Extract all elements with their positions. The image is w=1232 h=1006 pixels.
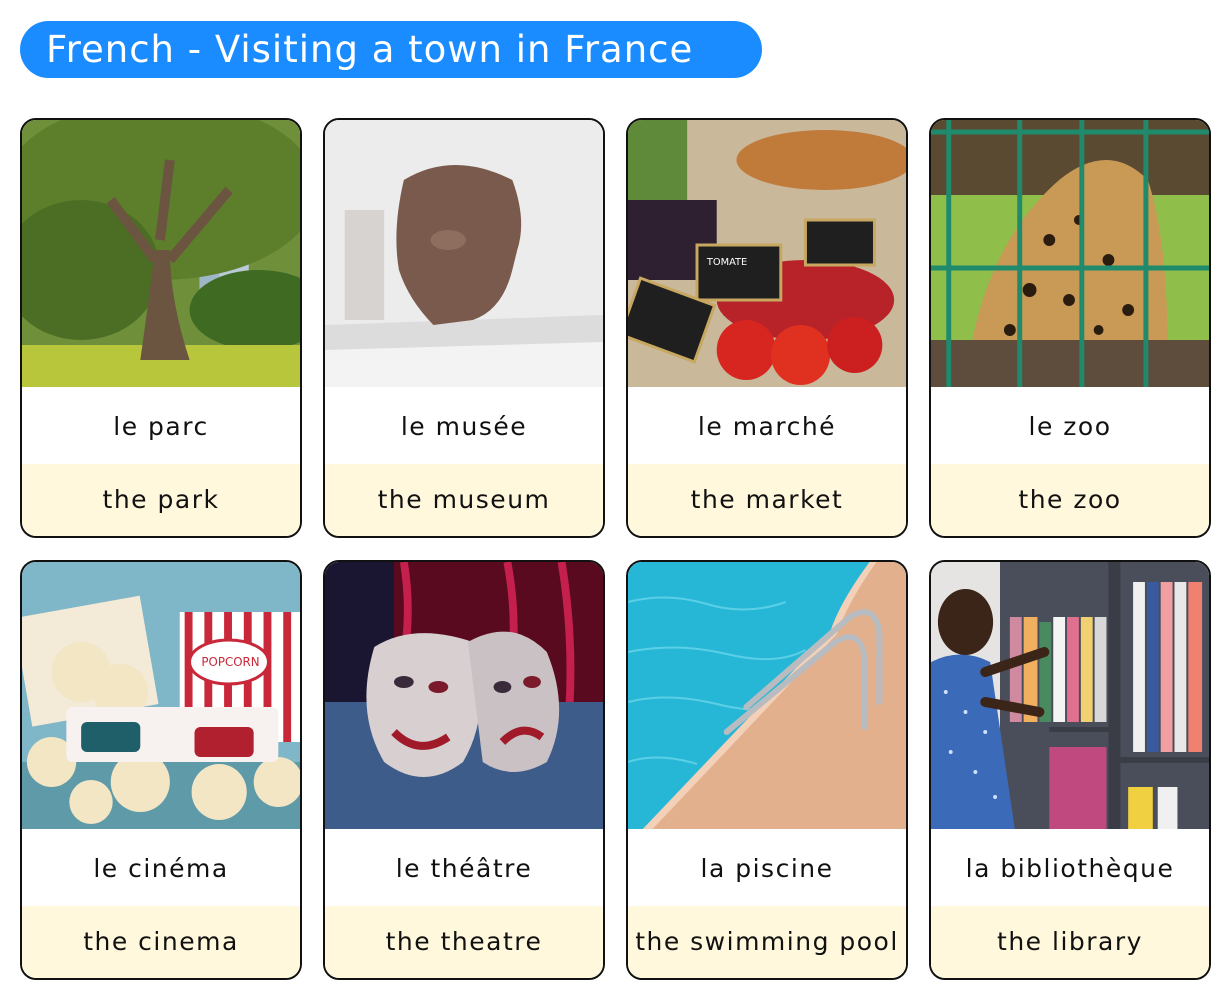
vocab-card-theatre: le théâtre the theatre — [323, 560, 605, 980]
french-word: le théâtre — [325, 829, 603, 906]
english-translation: the cinema — [22, 906, 300, 978]
french-word: la bibliothèque — [931, 829, 1209, 906]
page-title: French - Visiting a town in France — [20, 21, 762, 78]
library-photo — [931, 562, 1209, 829]
french-word: le marché — [628, 387, 906, 464]
french-word: la piscine — [628, 829, 906, 906]
french-word: le cinéma — [22, 829, 300, 906]
vocab-card-cinema: POPCORN le cinéma the cinema — [20, 560, 302, 980]
vocab-card-library: la bibliothèque the library — [929, 560, 1211, 980]
pool-photo — [628, 562, 906, 829]
cinema-photo: POPCORN — [22, 562, 300, 829]
french-word: le parc — [22, 387, 300, 464]
french-word: le musée — [325, 387, 603, 464]
price-tag-text: TOMATE — [706, 257, 747, 268]
market-photo: TOMATE — [628, 120, 906, 387]
english-translation: the park — [22, 464, 300, 536]
english-translation: the library — [931, 906, 1209, 978]
vocab-card-market: TOMATE le marché the market — [626, 118, 908, 538]
english-translation: the zoo — [931, 464, 1209, 536]
theatre-photo — [325, 562, 603, 829]
vocab-card-museum: le musée the museum — [323, 118, 605, 538]
zoo-photo — [931, 120, 1209, 387]
english-translation: the swimming pool — [628, 906, 906, 978]
park-photo — [22, 120, 300, 387]
english-translation: the market — [628, 464, 906, 536]
vocab-card-zoo: le zoo the zoo — [929, 118, 1211, 538]
english-translation: the museum — [325, 464, 603, 536]
vocab-card-pool: la piscine the swimming pool — [626, 560, 908, 980]
museum-photo — [325, 120, 603, 387]
english-translation: the theatre — [325, 906, 603, 978]
french-word: le zoo — [931, 387, 1209, 464]
popcorn-label: POPCORN — [201, 655, 259, 669]
vocab-card-park: le parc the park — [20, 118, 302, 538]
